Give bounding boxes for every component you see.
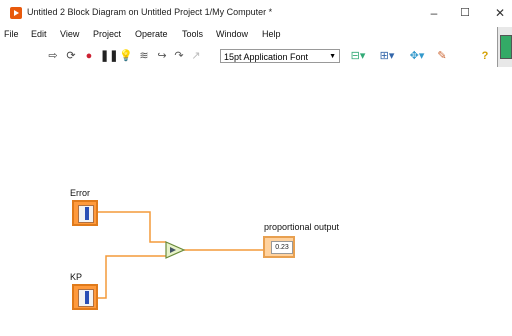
error-wire[interactable] — [98, 211, 166, 243]
error-label: Error — [70, 188, 90, 198]
proportional-output-indicator[interactable]: 0.23 — [263, 236, 295, 258]
kp-control-terminal[interactable] — [72, 284, 98, 310]
error-control-terminal[interactable] — [72, 200, 98, 226]
kp-label: KP — [70, 272, 83, 282]
kp-wire[interactable] — [98, 255, 166, 299]
indicator-value: 0.23 — [271, 241, 293, 254]
output-label: proportional output — [264, 222, 340, 232]
